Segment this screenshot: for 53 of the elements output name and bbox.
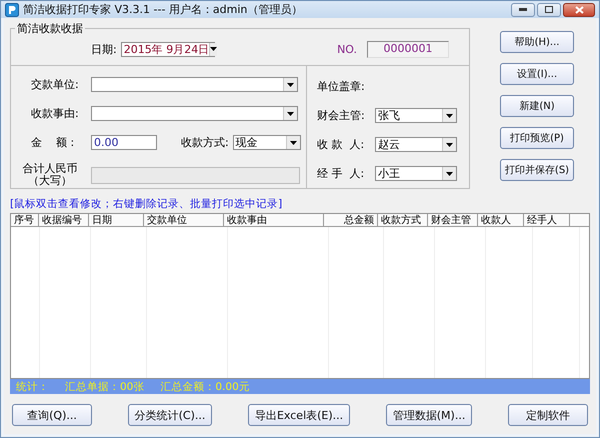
- maximize-button[interactable]: [537, 2, 561, 16]
- combo-box[interactable]: 赵云: [375, 137, 457, 152]
- combo-box[interactable]: 小王: [375, 166, 457, 181]
- field-label: 财会主管:: [317, 108, 366, 123]
- combo-box[interactable]: [91, 77, 298, 92]
- receipt-number: 0000001: [367, 40, 449, 58]
- field-label: 合计人民币（大写）: [22, 163, 78, 187]
- toolbar-button[interactable]: 查询(Q)...: [12, 404, 92, 426]
- close-icon: [574, 6, 584, 14]
- side-button[interactable]: 新建(N): [500, 95, 574, 117]
- group-title: 简洁收款收据: [15, 22, 85, 35]
- field-label: 收 款 人:: [317, 137, 366, 152]
- field-label: 金 额 :: [30, 135, 76, 150]
- minimize-button[interactable]: [511, 2, 535, 16]
- combo-box[interactable]: 现金: [232, 135, 301, 150]
- column-header: 序号: [11, 214, 39, 227]
- combo-box[interactable]: 张飞: [375, 108, 457, 123]
- window-title: 简洁收据打印专家 V3.3.1 --- 用户名：admin（管理员）: [23, 2, 302, 17]
- hint-text: [鼠标双击查看修改；右键删除记录、批量打印选中记录]: [10, 197, 284, 211]
- stats-text: 汇总单据：00张: [65, 380, 144, 394]
- side-button[interactable]: 打印预览(P): [500, 127, 574, 149]
- date-label: 日期:: [91, 42, 117, 56]
- maximize-icon: [545, 6, 553, 13]
- field-label: 经 手 人:: [317, 166, 366, 181]
- field-label: 交款单位:: [30, 77, 80, 92]
- column-header: 经手人: [524, 214, 570, 227]
- date-picker[interactable]: 2015年 9月24日: [120, 42, 215, 56]
- side-button[interactable]: 帮助(H)...: [500, 31, 574, 53]
- field-label: 收款事由:: [30, 106, 80, 121]
- close-button[interactable]: [563, 2, 595, 16]
- column-header: 总金额: [324, 214, 378, 227]
- column-header: 财会主管: [428, 214, 478, 227]
- stats-text: 统计：: [16, 380, 49, 394]
- app-icon: [5, 2, 19, 16]
- column-header: 收据编号: [39, 214, 89, 227]
- stats-text: 汇总金额：0.00元: [160, 380, 250, 394]
- column-header: 交款单位: [144, 214, 224, 227]
- minimize-icon: [519, 8, 527, 11]
- side-button[interactable]: 设置(I)...: [500, 63, 574, 85]
- toolbar-button[interactable]: 导出Excel表(E)...: [248, 404, 350, 426]
- toolbar-button[interactable]: 管理数据(M)...: [386, 404, 472, 426]
- column-header: 收款人: [478, 214, 524, 227]
- field-label: 收款方式:: [181, 135, 229, 150]
- column-header: 收款方式: [378, 214, 428, 227]
- toolbar-button[interactable]: 分类统计(C)...: [128, 404, 212, 426]
- number-label: NO.: [337, 42, 357, 56]
- combo-box[interactable]: [91, 106, 298, 121]
- field-label: 单位盖章:: [317, 79, 366, 94]
- column-header: 日期: [89, 214, 144, 227]
- column-header: 收款事由: [224, 214, 324, 227]
- side-button[interactable]: 打印并保存(S): [500, 159, 574, 181]
- toolbar-button[interactable]: 定制软件: [508, 404, 588, 426]
- amount-field[interactable]: 0.00: [91, 135, 157, 150]
